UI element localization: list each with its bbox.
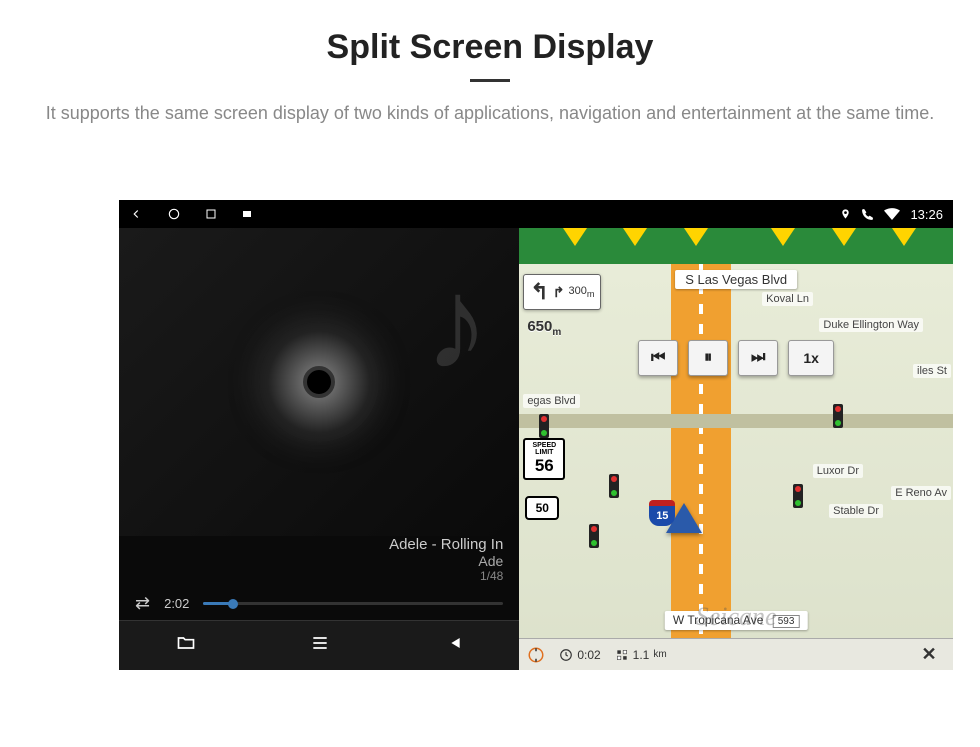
track-info: Adele - Rolling In Ade 1/48	[119, 536, 519, 587]
disc-icon	[259, 322, 379, 442]
cross-street-label: W Tropicana Ave 593	[665, 611, 808, 630]
wifi-icon	[884, 208, 900, 220]
page-title: Split Screen Display	[0, 28, 980, 67]
elapsed-time: 2:02	[164, 596, 189, 611]
traffic-light-icon	[589, 524, 599, 548]
map-street-label: Duke Ellington Way	[819, 318, 923, 332]
current-street-label: S Las Vegas Blvd	[675, 270, 797, 289]
close-button[interactable]: ✕	[913, 643, 945, 667]
screenshot-icon[interactable]	[241, 208, 253, 220]
folder-icon[interactable]	[174, 633, 198, 659]
track-index: 1/48	[135, 569, 503, 583]
turn-left-icon: ↰	[530, 279, 548, 305]
traffic-light-icon	[609, 474, 619, 498]
split-container: ♪ Adele - Rolling In Ade 1/48 ⇄ 2:02	[119, 228, 953, 670]
playlist-icon[interactable]	[308, 633, 332, 659]
map-prev-button[interactable]: ⏮	[638, 340, 678, 376]
navigation-map-pane[interactable]: egas Blvd Koval Ln Duke Ellington Way il…	[519, 228, 953, 670]
status-time: 13:26	[910, 207, 943, 222]
interstate-shield: 15	[649, 500, 675, 526]
previous-track-icon[interactable]	[442, 633, 464, 659]
route-shield: 50	[525, 496, 559, 520]
compass-icon[interactable]	[527, 646, 545, 664]
back-icon[interactable]	[129, 207, 143, 221]
traffic-light-icon	[539, 414, 549, 438]
music-note-icon: ♪	[424, 248, 489, 398]
music-bottom-bar	[119, 620, 519, 670]
traffic-light-icon	[793, 484, 803, 508]
progress-row: ⇄ 2:02	[119, 587, 519, 620]
map-speed-button[interactable]: 1x	[788, 340, 834, 376]
traffic-light-icon	[833, 404, 843, 428]
track-artist: Ade	[135, 553, 503, 569]
map-bottom-bar: 0:02 1.1km ✕	[519, 638, 953, 670]
map-pause-button[interactable]: ⏸	[688, 340, 728, 376]
map-street-label: Koval Ln	[762, 292, 813, 306]
device-screen: 13:26 ♪ Adele - Rolling In Ade 1/48 ⇄ 2:…	[119, 200, 953, 670]
album-art-area: ♪	[119, 228, 519, 536]
map-street-label: iles St	[913, 364, 951, 378]
track-title: Adele - Rolling In	[135, 536, 503, 553]
next-turn-box: ↰ ↱ 300m	[523, 274, 601, 310]
shuffle-icon[interactable]: ⇄	[135, 593, 150, 614]
turn-distance: 650m	[527, 318, 561, 338]
map-street-label: Stable Dr	[829, 504, 883, 518]
lane-guidance-strip	[519, 228, 953, 264]
map-street-label: Luxor Dr	[813, 464, 863, 478]
android-nav-buttons	[129, 207, 253, 221]
location-icon	[840, 207, 851, 221]
title-underline	[470, 79, 510, 82]
map-canvas[interactable]: egas Blvd Koval Ln Duke Ellington Way il…	[519, 264, 953, 638]
seek-bar[interactable]	[203, 602, 503, 605]
page-subtitle: It supports the same screen display of t…	[0, 100, 980, 127]
phone-icon	[861, 208, 874, 221]
status-bar: 13:26	[119, 200, 953, 228]
music-player-pane: ♪ Adele - Rolling In Ade 1/48 ⇄ 2:02	[119, 228, 519, 670]
recent-apps-icon[interactable]	[205, 208, 217, 220]
eta-time: 0:02	[559, 648, 600, 662]
map-next-button[interactable]: ⏭	[738, 340, 778, 376]
turn-right-icon: ↱	[553, 284, 565, 301]
home-icon[interactable]	[167, 207, 181, 221]
map-street-label: E Reno Av	[891, 486, 951, 500]
map-street-label: egas Blvd	[523, 394, 579, 408]
remaining-distance: 1.1km	[615, 648, 667, 662]
speed-limit-sign: SPEED LIMIT 56	[523, 438, 565, 480]
map-playback-controls: ⏮ ⏸ ⏭ 1x	[638, 340, 834, 376]
